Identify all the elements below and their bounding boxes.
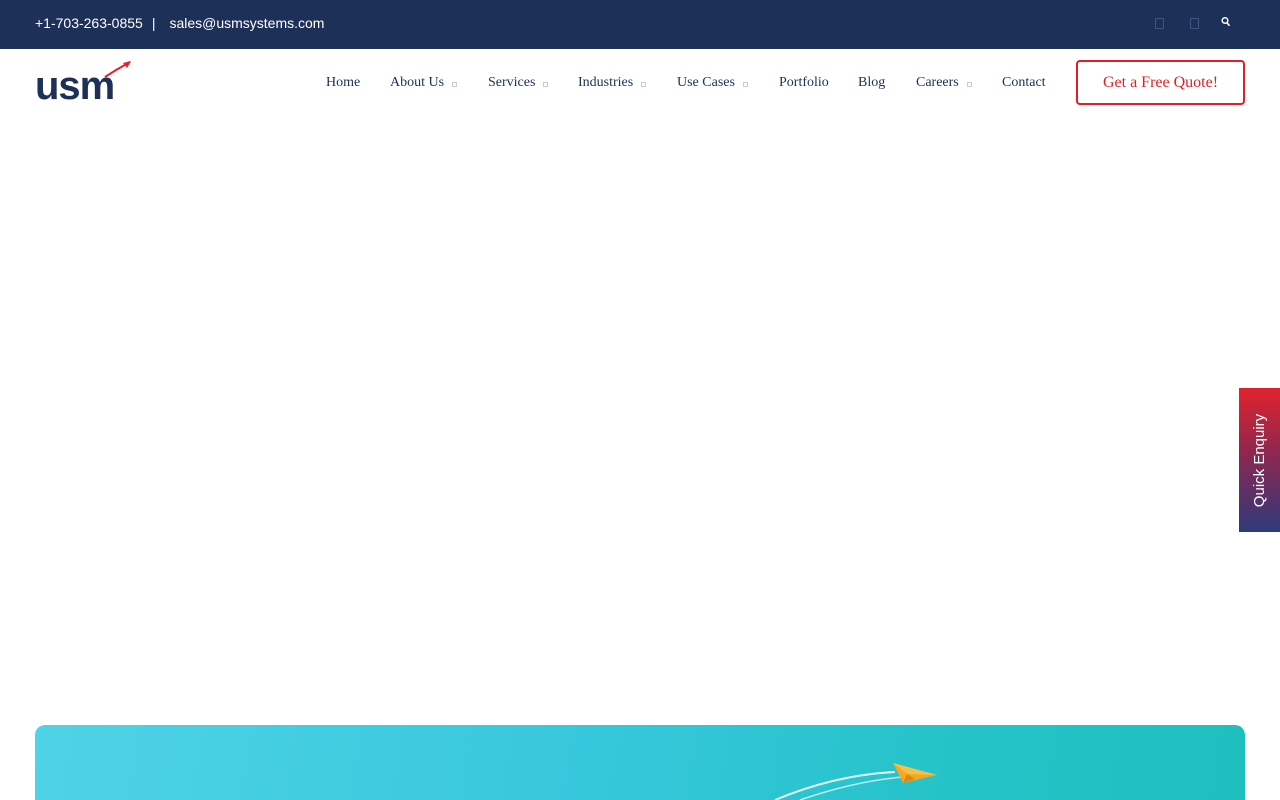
svg-text:usm: usm bbox=[35, 64, 114, 101]
main-header: usm Home About Us Services Industries Us… bbox=[0, 49, 1280, 119]
social-icon[interactable] bbox=[1155, 14, 1164, 32]
nav-contact-label: Contact bbox=[1002, 75, 1046, 90]
nav-portfolio[interactable]: Portfolio bbox=[779, 75, 829, 91]
nav-blog-label: Blog bbox=[858, 75, 886, 90]
nav-careers[interactable]: Careers bbox=[916, 75, 972, 91]
email-link[interactable]: sales@usmsystems.com bbox=[169, 15, 324, 31]
social-icon[interactable] bbox=[1190, 14, 1199, 32]
hero-banner bbox=[35, 725, 1245, 800]
contact-info: +1-703-263-0855 | sales@usmsystems.com bbox=[35, 14, 324, 32]
nav-use-cases[interactable]: Use Cases bbox=[677, 75, 748, 91]
nav-home[interactable]: Home bbox=[326, 75, 360, 91]
top-bar: +1-703-263-0855 | sales@usmsystems.com bbox=[0, 0, 1280, 49]
dropdown-icon bbox=[966, 81, 972, 87]
search-icon[interactable] bbox=[1221, 16, 1231, 28]
nav-industries-label: Industries bbox=[578, 75, 634, 90]
nav-use-cases-label: Use Cases bbox=[677, 75, 735, 90]
phone-link[interactable]: +1-703-263-0855 bbox=[35, 15, 143, 31]
dropdown-icon bbox=[452, 81, 458, 87]
nav-blog[interactable]: Blog bbox=[858, 75, 885, 91]
dropdown-icon bbox=[742, 81, 748, 87]
nav-about-us[interactable]: About Us bbox=[390, 75, 458, 91]
paper-plane-illustration bbox=[774, 763, 937, 800]
nav-industries[interactable]: Industries bbox=[578, 75, 647, 91]
get-quote-button[interactable]: Get a Free Quote! bbox=[1076, 60, 1245, 105]
quick-enquiry-label: Quick Enquiry bbox=[1251, 413, 1268, 507]
contact-separator: | bbox=[151, 15, 156, 31]
dropdown-icon bbox=[543, 81, 549, 87]
nav-services[interactable]: Services bbox=[488, 75, 549, 91]
nav-home-label: Home bbox=[326, 75, 361, 90]
usm-logo[interactable]: usm bbox=[35, 61, 131, 101]
nav-about-us-label: About Us bbox=[390, 75, 445, 90]
nav-careers-label: Careers bbox=[916, 75, 959, 90]
nav-services-label: Services bbox=[488, 75, 536, 90]
dropdown-icon bbox=[641, 81, 647, 87]
nav-contact[interactable]: Contact bbox=[1002, 75, 1046, 91]
quick-enquiry-tab[interactable]: Quick Enquiry bbox=[1239, 388, 1280, 532]
nav-portfolio-label: Portfolio bbox=[779, 75, 829, 90]
